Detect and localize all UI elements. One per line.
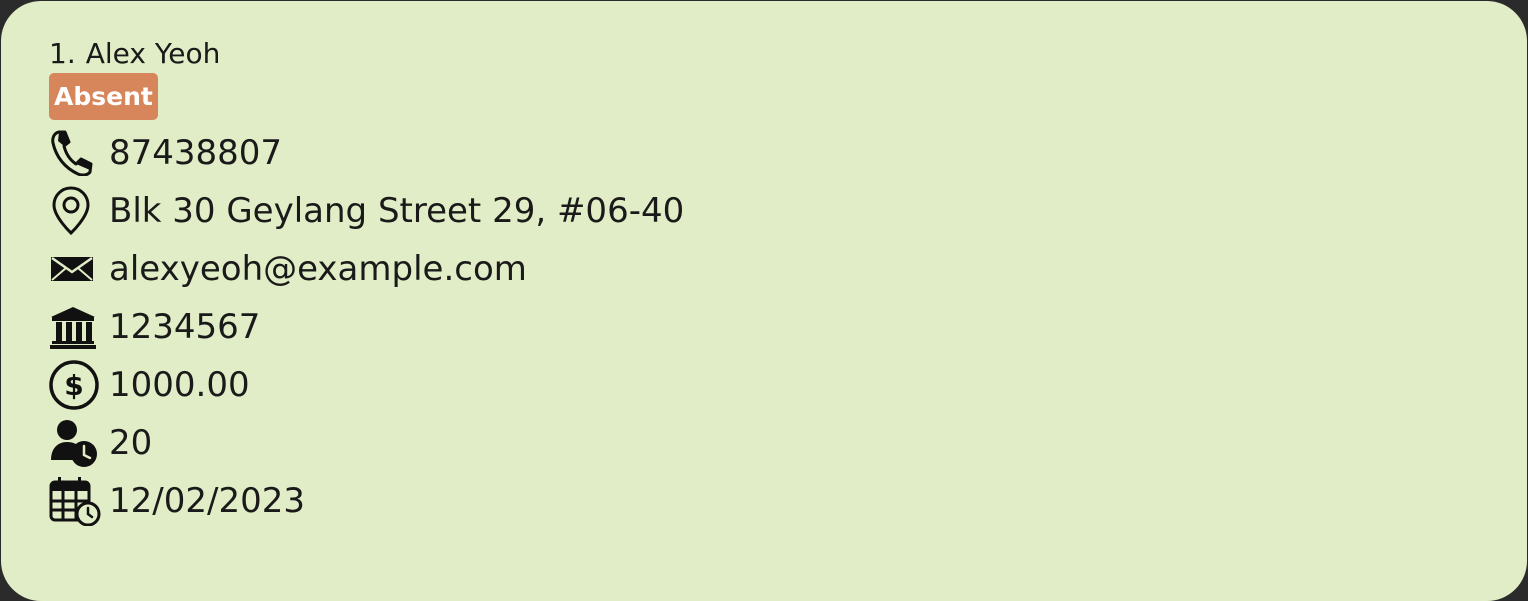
phone-field: 87438807 [49, 128, 282, 178]
email-value: alexyeoh@example.com [109, 249, 527, 289]
bank-icon [49, 302, 101, 352]
bank-field: 1234567 [49, 302, 260, 352]
dollar-circle-icon: $ [49, 360, 101, 410]
hours-field: 20 [49, 418, 152, 468]
phone-value: 87438807 [109, 133, 283, 173]
calendar-clock-icon [49, 476, 101, 526]
status-badge: Absent [49, 73, 158, 120]
salary-field: $ 1000.00 [49, 360, 250, 410]
email-field: alexyeoh@example.com [49, 244, 527, 294]
bank-account-value: 1234567 [109, 307, 261, 347]
hours-value: 20 [109, 423, 153, 463]
location-pin-icon [49, 186, 101, 236]
person-index: 1. [49, 37, 76, 70]
person-clock-icon [49, 418, 101, 468]
svg-text:$: $ [64, 369, 83, 402]
salary-value: 1000.00 [109, 365, 250, 405]
date-field: 12/02/2023 [49, 476, 305, 526]
person-name: Alex Yeoh [85, 37, 221, 70]
person-name-row: 1. Alex Yeoh [49, 35, 220, 73]
envelope-icon [49, 244, 101, 294]
person-card[interactable]: 1. Alex Yeoh Absent 87438807 Blk 30 Geyla… [1, 1, 1527, 601]
address-value: Blk 30 Geylang Street 29, #06-40 [109, 191, 685, 231]
date-value: 12/02/2023 [109, 481, 305, 521]
phone-icon [49, 128, 101, 178]
address-field: Blk 30 Geylang Street 29, #06-40 [49, 186, 684, 236]
